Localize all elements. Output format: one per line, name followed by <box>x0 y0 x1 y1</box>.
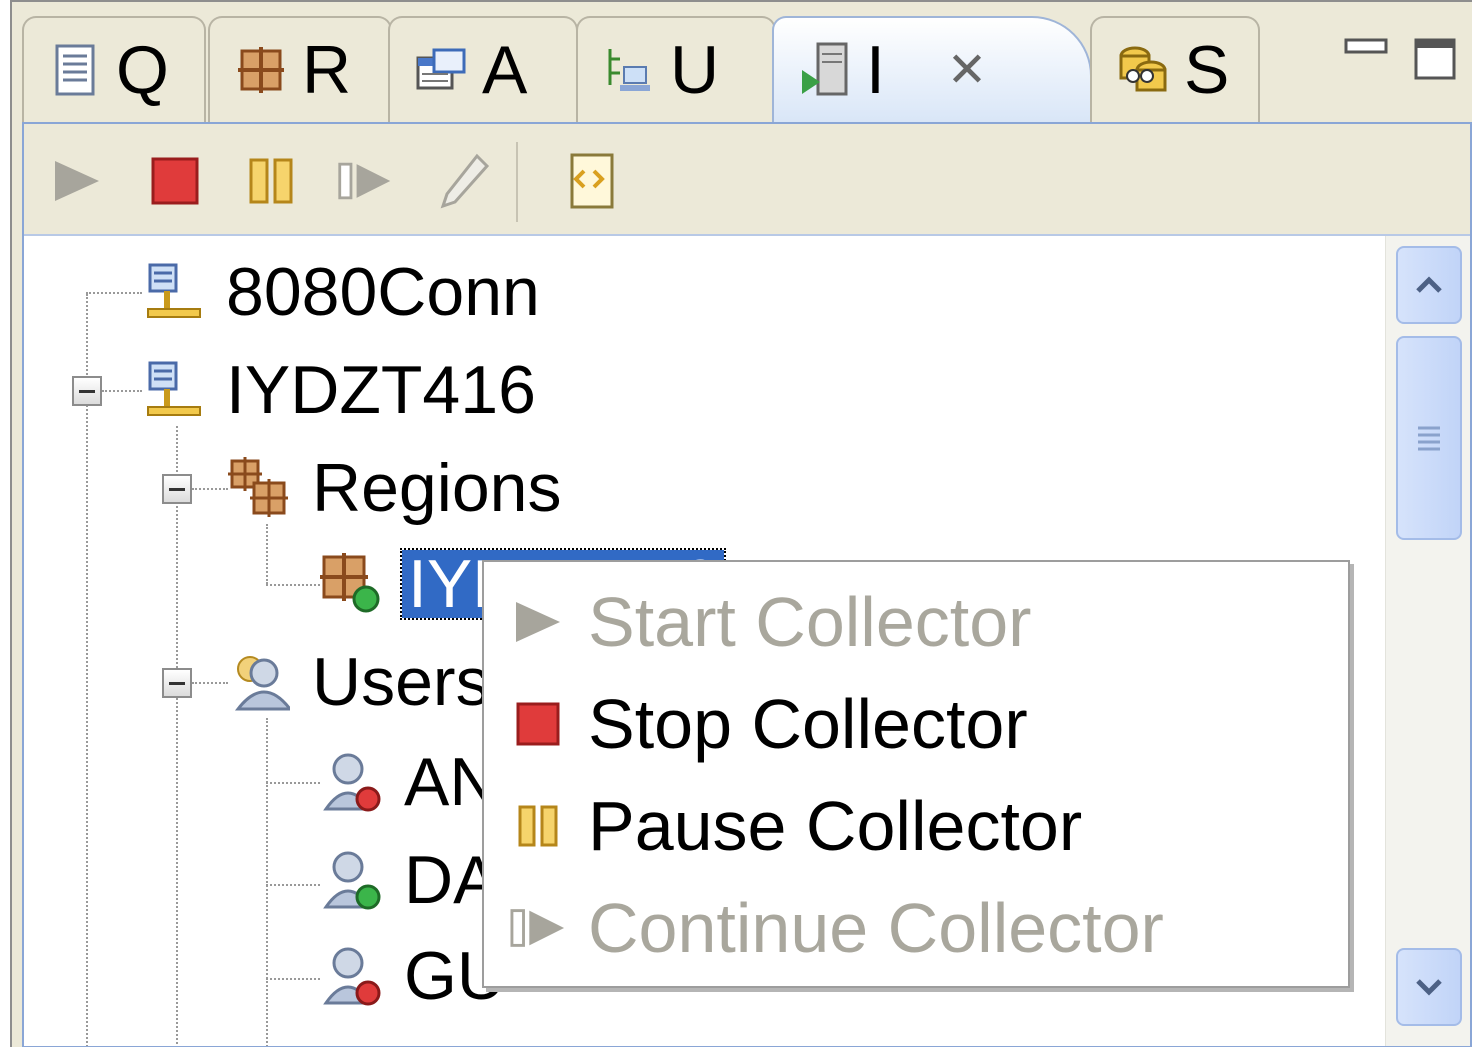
close-icon[interactable]: ✕ <box>947 42 987 98</box>
collapse-toggle[interactable] <box>162 474 192 504</box>
menu-item-stop-collector[interactable]: Stop Collector <box>484 672 1348 776</box>
script-icon[interactable] <box>562 152 620 210</box>
tree-node-label: IYDZT416 <box>226 352 536 428</box>
tree-node-label: Users <box>312 644 490 720</box>
connection-icon <box>142 359 204 421</box>
collapse-toggle[interactable] <box>162 668 192 698</box>
tab-i[interactable]: I ✕ <box>772 16 1092 122</box>
tab-s[interactable]: S <box>1090 16 1260 122</box>
users-icon <box>228 651 290 713</box>
scroll-thumb[interactable] <box>1396 336 1462 540</box>
collapse-toggle[interactable] <box>72 376 102 406</box>
tree-node-label: Regions <box>312 450 562 526</box>
tree-node-label: 8080Conn <box>226 254 540 330</box>
user-inactive-icon <box>320 751 382 813</box>
continue-icon[interactable] <box>336 152 394 210</box>
table-window-icon <box>412 41 470 99</box>
user-inactive-icon <box>320 945 382 1007</box>
tab-label: I <box>866 32 885 108</box>
tab-label: A <box>482 32 528 108</box>
tree-node-users[interactable]: Users <box>228 642 490 722</box>
minimize-button[interactable] <box>1344 38 1392 65</box>
vertical-scrollbar[interactable] <box>1385 236 1470 1046</box>
server-run-icon <box>796 41 854 99</box>
edit-pencil-icon[interactable] <box>436 152 494 210</box>
connection-icon <box>142 261 204 323</box>
region-active-icon <box>320 553 382 615</box>
tree-node-user[interactable]: GU <box>320 936 506 1016</box>
tree-node-connection[interactable]: IYDZT416 <box>142 350 536 430</box>
chevron-up-icon <box>1416 276 1442 293</box>
continue-icon <box>510 900 566 956</box>
regions-icon <box>228 457 290 519</box>
menu-item-start-collector[interactable]: Start Collector <box>484 570 1348 674</box>
stop-icon[interactable] <box>146 152 204 210</box>
scroll-down-button[interactable] <box>1396 948 1462 1026</box>
tab-u[interactable]: U <box>576 16 776 122</box>
document-icon <box>46 41 104 99</box>
stop-icon <box>510 696 566 752</box>
tree-node-regions[interactable]: Regions <box>228 448 562 528</box>
menu-item-continue-collector[interactable]: Continue Collector <box>484 876 1348 980</box>
pause-icon[interactable] <box>242 152 300 210</box>
maximize-button[interactable] <box>1414 38 1458 87</box>
pause-icon <box>510 798 566 854</box>
context-menu: Start Collector Stop Collector Pause Col… <box>482 560 1350 988</box>
tree-node-user[interactable]: DA <box>320 840 498 920</box>
menu-item-label: Continue Collector <box>588 889 1164 967</box>
tab-q[interactable]: Q <box>22 16 206 122</box>
regions-icon <box>232 41 290 99</box>
menu-item-label: Stop Collector <box>588 685 1028 763</box>
users-tree-icon <box>600 41 658 99</box>
start-icon <box>510 594 566 650</box>
menu-item-label: Start Collector <box>588 583 1032 661</box>
tree-node-user[interactable]: AN <box>320 742 498 822</box>
menu-item-label: Pause Collector <box>588 787 1083 865</box>
toolbar-separator <box>516 142 518 222</box>
tab-a[interactable]: A <box>388 16 578 122</box>
chevron-down-icon <box>1416 979 1442 996</box>
tab-label: U <box>670 32 720 108</box>
database-group-icon <box>1114 41 1172 99</box>
grip-icon <box>1418 426 1440 451</box>
view-toolbar <box>24 124 1470 236</box>
tab-label: Q <box>116 32 169 108</box>
tab-r[interactable]: R <box>208 16 392 122</box>
tab-label: R <box>302 32 352 108</box>
menu-item-pause-collector[interactable]: Pause Collector <box>484 774 1348 878</box>
tab-label: S <box>1184 32 1230 108</box>
start-icon[interactable] <box>48 152 106 210</box>
view-tab-strip: Q R A U I ✕ S <box>12 2 1472 122</box>
scroll-up-button[interactable] <box>1396 246 1462 324</box>
tree-node-connection[interactable]: 8080Conn <box>142 252 540 332</box>
user-active-icon <box>320 849 382 911</box>
